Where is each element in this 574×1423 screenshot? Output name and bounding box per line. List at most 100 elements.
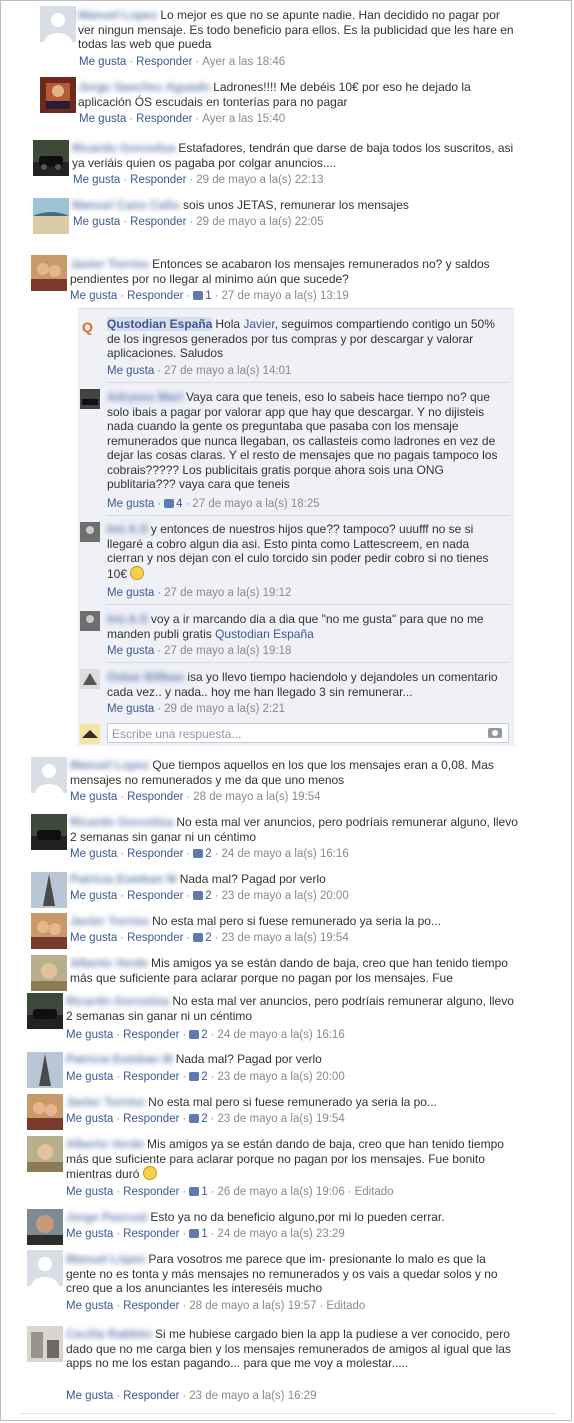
avatar[interactable] — [33, 198, 69, 234]
commenter-name[interactable]: Jorge Sanchez Aguado — [78, 80, 210, 94]
reply-link[interactable]: Responder — [123, 1300, 179, 1312]
timestamp[interactable]: 29 de mayo a la(s) 22:13 — [196, 174, 323, 186]
commenter-name[interactable]: Manuel Cano Caño — [72, 198, 180, 212]
qustodian-logo[interactable]: Q — [82, 319, 98, 335]
timestamp[interactable]: 26 de mayo a la(s) 19:06 — [218, 1186, 345, 1198]
avatar[interactable] — [27, 993, 63, 1029]
like-count[interactable]: 2 — [189, 1113, 208, 1125]
reply-link[interactable]: Responder — [127, 848, 183, 860]
timestamp[interactable]: 29 de mayo a la(s) 22:05 — [196, 216, 323, 228]
commenter-name[interactable]: Alberto Verde — [70, 956, 148, 970]
timestamp[interactable]: 23 de mayo a la(s) 20:00 — [222, 890, 349, 902]
avatar[interactable] — [80, 669, 100, 689]
like-link[interactable]: Me gusta — [107, 498, 154, 510]
like-link[interactable]: Me gusta — [73, 216, 120, 228]
commenter-name[interactable]: Manuel Lopez — [78, 8, 157, 22]
avatar[interactable] — [31, 913, 67, 949]
timestamp[interactable]: 27 de mayo a la(s) 18:25 — [192, 498, 319, 510]
like-link[interactable]: Me gusta — [66, 1071, 113, 1083]
like-count[interactable]: 4 — [164, 498, 183, 510]
commenter-name[interactable]: Jorge Pascual — [66, 1210, 147, 1224]
commenter-name[interactable]: Javier Torrmo — [66, 1095, 145, 1109]
commenter-name[interactable]: Manuel Lopez — [70, 758, 149, 772]
replier-name[interactable]: Qustodian España — [107, 317, 213, 331]
avatar[interactable] — [27, 1209, 63, 1245]
reply-link[interactable]: Responder — [127, 932, 183, 944]
reply-link[interactable]: Responder — [136, 56, 192, 68]
commenter-name[interactable]: Cecilia Rabbits — [66, 1327, 152, 1341]
like-link[interactable]: Me gusta — [66, 1186, 113, 1198]
like-link[interactable]: Me gusta — [79, 56, 126, 68]
timestamp[interactable]: Ayer a las 15:40 — [202, 113, 285, 125]
reply-link[interactable]: Responder — [123, 1071, 179, 1083]
like-count[interactable]: 2 — [189, 1029, 208, 1041]
reply-link[interactable]: Responder — [127, 890, 183, 902]
like-count[interactable]: 2 — [193, 890, 212, 902]
like-link[interactable]: Me gusta — [66, 1029, 113, 1041]
reply-link[interactable]: Responder — [123, 1390, 179, 1402]
avatar[interactable] — [27, 1250, 63, 1286]
timestamp[interactable]: 23 de mayo a la(s) 19:54 — [222, 932, 349, 944]
avatar[interactable] — [31, 955, 67, 991]
timestamp[interactable]: Ayer a las 18:46 — [202, 56, 285, 68]
reply-link[interactable]: Responder — [127, 290, 183, 302]
timestamp[interactable]: 27 de mayo a la(s) 19:12 — [164, 587, 291, 599]
like-link[interactable]: Me gusta — [70, 791, 117, 803]
replier-name[interactable]: Adryees Mart — [107, 390, 183, 404]
camera-icon[interactable] — [488, 728, 502, 738]
like-link[interactable]: Me gusta — [107, 645, 154, 657]
like-link[interactable]: Me gusta — [70, 890, 117, 902]
like-count[interactable]: 2 — [189, 1071, 208, 1083]
avatar[interactable] — [33, 140, 69, 176]
like-link[interactable]: Me gusta — [73, 174, 120, 186]
commenter-name[interactable]: Manuel López — [66, 1252, 145, 1266]
avatar[interactable] — [27, 1094, 63, 1130]
reply-link[interactable]: Responder — [123, 1228, 179, 1240]
commenter-name[interactable]: Ricardo Gorostiza — [66, 994, 169, 1008]
reply-link[interactable]: Responder — [130, 216, 186, 228]
like-link[interactable]: Me gusta — [79, 113, 126, 125]
avatar[interactable] — [31, 872, 67, 908]
commenter-name[interactable]: Alberto Verde — [66, 1137, 144, 1151]
avatar[interactable] — [27, 1326, 63, 1362]
reply-link[interactable]: Responder — [136, 113, 192, 125]
timestamp[interactable]: 23 de mayo a la(s) 20:00 — [218, 1071, 345, 1083]
avatar[interactable] — [31, 255, 67, 291]
timestamp[interactable]: 24 de mayo a la(s) 23:29 — [218, 1228, 345, 1240]
like-link[interactable]: Me gusta — [66, 1113, 113, 1125]
like-link[interactable]: Me gusta — [107, 703, 154, 715]
avatar[interactable] — [27, 1052, 63, 1088]
like-link[interactable]: Me gusta — [107, 365, 154, 377]
replier-name[interactable]: Oskar Billbao — [107, 670, 184, 684]
like-link[interactable]: Me gusta — [66, 1390, 113, 1402]
timestamp[interactable]: 28 de mayo a la(s) 19:54 — [193, 791, 320, 803]
like-link[interactable]: Me gusta — [70, 848, 117, 860]
commenter-name[interactable]: Ricardo Gorostiza — [72, 141, 175, 155]
reply-link[interactable]: Responder — [127, 791, 183, 803]
avatar[interactable] — [80, 611, 100, 631]
reply-link[interactable]: Responder — [123, 1113, 179, 1125]
avatar[interactable] — [40, 77, 76, 113]
commenter-name[interactable]: Ricardo Gorostiza — [70, 815, 173, 829]
commenter-name[interactable]: Javier Torrmo — [70, 914, 149, 928]
like-link[interactable]: Me gusta — [66, 1228, 113, 1240]
timestamp[interactable]: 27 de mayo a la(s) 14:01 — [164, 365, 291, 377]
like-count[interactable]: 2 — [193, 932, 212, 944]
replier-name[interactable]: Inú A.S — [107, 522, 148, 536]
edited-label[interactable]: Editado — [355, 1186, 394, 1198]
avatar[interactable] — [27, 1136, 63, 1172]
like-link[interactable]: Me gusta — [70, 932, 117, 944]
like-count[interactable]: 1 — [189, 1228, 208, 1240]
avatar[interactable] — [31, 814, 67, 850]
timestamp[interactable]: 24 de mayo a la(s) 16:16 — [222, 848, 349, 860]
timestamp[interactable]: 27 de mayo a la(s) 19:18 — [164, 645, 291, 657]
timestamp[interactable]: 29 de mayo a la(s) 2:21 — [164, 703, 285, 715]
avatar[interactable] — [40, 6, 76, 42]
like-link[interactable]: Me gusta — [70, 290, 117, 302]
edited-label[interactable]: Editado — [326, 1300, 365, 1312]
like-link[interactable]: Me gusta — [107, 587, 154, 599]
reply-link[interactable]: Responder — [123, 1186, 179, 1198]
replier-name[interactable]: Inú A.S — [107, 612, 148, 626]
reply-link[interactable]: Responder — [130, 174, 186, 186]
timestamp[interactable]: 23 de mayo a la(s) 19:54 — [218, 1113, 345, 1125]
